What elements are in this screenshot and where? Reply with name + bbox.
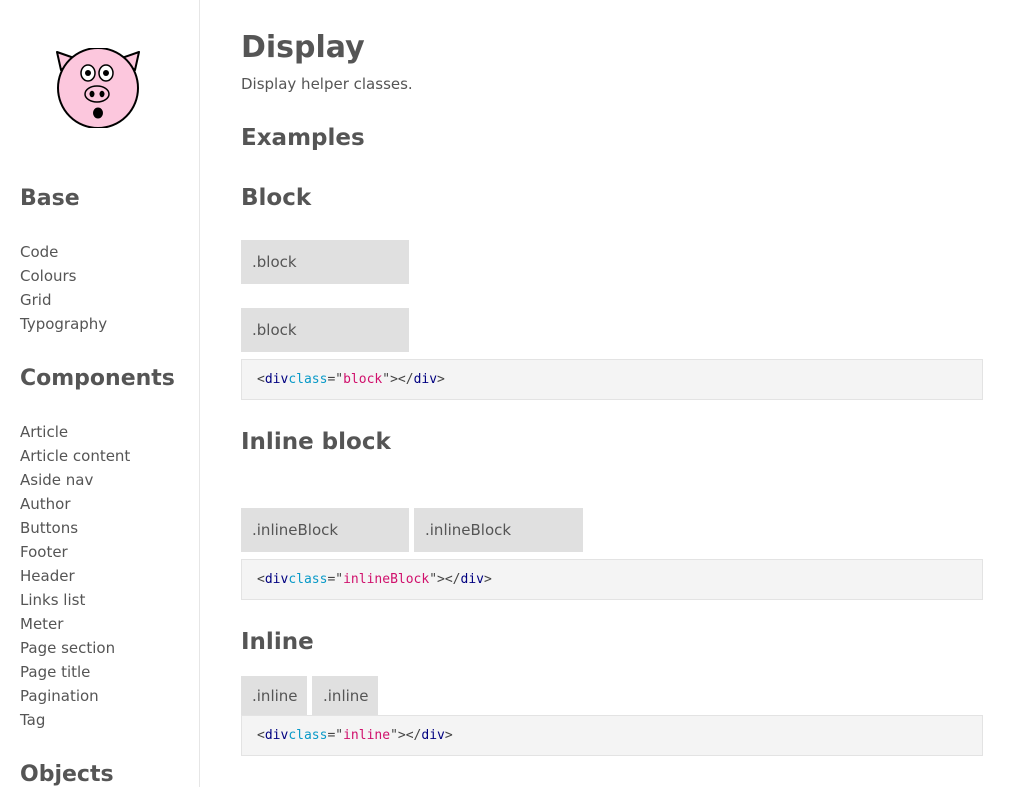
- nav-item-article[interactable]: Article: [20, 420, 130, 444]
- inline-block-heading: Inline block: [241, 429, 391, 455]
- inline-code-snippet: < div class = " inline " ></div >: [241, 715, 983, 756]
- code-tag: div: [460, 572, 484, 587]
- code-value: inline: [343, 728, 391, 743]
- sidebar: Base Code Colours Grid Typography Compon…: [0, 0, 200, 787]
- nav-item-author[interactable]: Author: [20, 492, 130, 516]
- nav-item-grid[interactable]: Grid: [20, 288, 107, 312]
- nav-item-colours[interactable]: Colours: [20, 264, 107, 288]
- inline-demo-2: .inline: [312, 676, 378, 716]
- code-punct: ": [382, 372, 391, 387]
- nav-item-article-content[interactable]: Article content: [20, 444, 130, 468]
- inline-block-demo-1: .inlineBlock: [241, 508, 409, 552]
- code-tag: div: [413, 372, 438, 387]
- code-punct: ></: [397, 728, 422, 743]
- page-title: Display: [241, 30, 365, 65]
- code-punct: =: [327, 372, 336, 387]
- block-demo-2: .block: [241, 308, 409, 352]
- block-heading: Block: [241, 185, 312, 211]
- pig-logo-icon[interactable]: [53, 48, 143, 128]
- nav-item-page-title[interactable]: Page title: [20, 660, 130, 684]
- nav-item-buttons[interactable]: Buttons: [20, 516, 130, 540]
- code-punct: >: [484, 572, 492, 587]
- code-attr: class: [288, 572, 328, 587]
- code-punct: ": [429, 572, 438, 587]
- code-attr: class: [288, 728, 328, 743]
- inline-block-code-snippet: < div class = " inlineBlock " ></div >: [241, 559, 983, 600]
- block-demo-1: .block: [241, 240, 409, 284]
- code-punct: >: [444, 728, 453, 743]
- code-value: inlineBlock: [343, 572, 430, 587]
- code-tag: div: [264, 572, 289, 587]
- nav-item-aside-nav[interactable]: Aside nav: [20, 468, 130, 492]
- nav-item-typography[interactable]: Typography: [20, 312, 107, 336]
- page-description: Display helper classes.: [241, 75, 413, 93]
- code-punct: <: [257, 728, 265, 743]
- nav-list-base: Code Colours Grid Typography: [20, 240, 107, 336]
- code-punct: <: [257, 572, 265, 587]
- code-punct: >: [437, 372, 445, 387]
- nav-list-components: Article Article content Aside nav Author…: [20, 420, 130, 732]
- code-tag: div: [264, 728, 289, 743]
- nav-item-code[interactable]: Code: [20, 240, 107, 264]
- block-code-snippet: < div class = " block " ></div >: [241, 359, 983, 400]
- code-tag: div: [264, 372, 289, 387]
- code-attr: class: [288, 372, 328, 387]
- code-punct: ></: [390, 372, 414, 387]
- code-punct: ": [335, 372, 344, 387]
- nav-item-footer[interactable]: Footer: [20, 540, 130, 564]
- inline-heading: Inline: [241, 629, 314, 655]
- inline-demo-1: .inline: [241, 676, 307, 716]
- code-punct: ></: [437, 572, 461, 587]
- nav-heading-base: Base: [20, 186, 80, 211]
- nav-item-tag[interactable]: Tag: [20, 708, 130, 732]
- nav-item-pagination[interactable]: Pagination: [20, 684, 130, 708]
- nav-heading-objects: Objects: [20, 762, 114, 787]
- inline-block-demo-2: .inlineBlock: [414, 508, 583, 552]
- code-punct: ": [390, 728, 398, 743]
- nav-item-meter[interactable]: Meter: [20, 612, 130, 636]
- nav-item-page-section[interactable]: Page section: [20, 636, 130, 660]
- code-punct: ": [335, 728, 344, 743]
- code-punct: =: [327, 572, 336, 587]
- code-tag: div: [421, 728, 445, 743]
- code-punct: ": [335, 572, 344, 587]
- nav-item-links-list[interactable]: Links list: [20, 588, 130, 612]
- nav-item-header[interactable]: Header: [20, 564, 130, 588]
- code-punct: =: [327, 728, 336, 743]
- nav-heading-components: Components: [20, 366, 175, 391]
- examples-heading: Examples: [241, 125, 365, 151]
- code-punct: <: [257, 372, 265, 387]
- code-value: block: [343, 372, 383, 387]
